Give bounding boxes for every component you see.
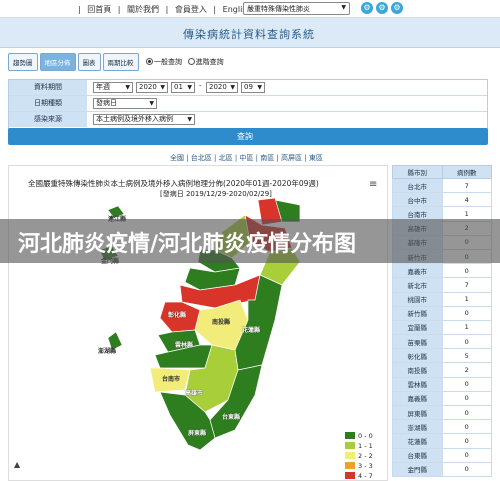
counts-table-panel: 縣市別 病例數 台北市7台中市4台南市1高雄市2基隆市0新竹市0嘉義市0新北市7… — [392, 165, 492, 481]
city-cell: 苗栗縣 — [392, 334, 443, 350]
city-cell: 花蓮縣 — [392, 433, 443, 449]
legend-item: 2 - 2 — [345, 452, 373, 462]
table-row: 台中市 4 — [392, 192, 492, 208]
table-row: 新北市 7 — [392, 277, 492, 293]
legend-item: 3 - 3 — [345, 462, 373, 472]
cases-cell: 0 — [441, 305, 492, 321]
table-row: 澎湖縣 0 — [392, 419, 492, 435]
banner-text: 河北肺炎疫情/河北肺炎疫情分布图 — [18, 232, 357, 257]
city-cell: 澎湖縣 — [392, 419, 443, 435]
cases-cell: 0 — [441, 419, 492, 435]
table-row: 苗栗縣 0 — [392, 334, 492, 350]
legend-item: 4 - 7 — [345, 472, 373, 481]
city-cell: 雲林縣 — [392, 376, 443, 392]
city-cell: 金門縣 — [392, 461, 443, 477]
table-row: 金門縣 0 — [392, 461, 492, 477]
table-row: 宜蘭縣 1 — [392, 319, 492, 336]
slider-handle-icon[interactable]: ▲ — [14, 460, 20, 469]
map-label: 彰化縣 — [168, 312, 187, 319]
map-label: 屏東縣 — [188, 430, 207, 437]
cases-cell: 2 — [441, 362, 492, 378]
legend-swatch — [345, 452, 355, 459]
city-cell: 新竹縣 — [392, 305, 443, 321]
cases-cell: 7 — [441, 177, 492, 194]
map-label: 花蓮縣 — [242, 327, 261, 334]
legend-swatch — [345, 442, 355, 449]
cases-cell: 0 — [441, 404, 492, 421]
legend-label: 3 - 3 — [358, 462, 373, 470]
table-row: 新竹縣 0 — [392, 305, 492, 321]
map-legend: 0 - 0 1 - 1 2 - 2 3 - 3 4 - 7 — [345, 432, 373, 481]
table-row: 嘉義縣 0 — [392, 390, 492, 407]
table-row: 雲林縣 0 — [392, 376, 492, 392]
legend-item: 1 - 1 — [345, 442, 373, 452]
table-header-row: 縣市別 病例數 — [392, 165, 492, 179]
map-label: 雲林縣 — [175, 342, 194, 349]
table-row: 台東縣 0 — [392, 447, 492, 463]
legend-swatch — [345, 432, 355, 439]
cases-cell: 0 — [441, 390, 492, 407]
table-row: 南投縣 2 — [392, 362, 492, 378]
legend-label: 2 - 2 — [358, 452, 373, 460]
city-cell: 台北市 — [392, 177, 443, 194]
cases-cell: 1 — [441, 319, 492, 336]
cases-cell: 0 — [441, 376, 492, 392]
legend-label: 4 - 7 — [358, 472, 373, 480]
map-label: 台東縣 — [222, 414, 241, 421]
cases-cell: 0 — [441, 433, 492, 449]
cases-cell: 5 — [441, 348, 492, 364]
cases-cell: 7 — [441, 277, 492, 293]
table-row: 桃園市 1 — [392, 291, 492, 307]
city-cell: 台中市 — [392, 192, 443, 208]
column-header-cases[interactable]: 病例數 — [441, 165, 492, 179]
map-label: 澎湖縣 — [98, 348, 117, 355]
city-cell: 桃園市 — [392, 291, 443, 307]
city-cell: 屏東縣 — [392, 404, 443, 421]
table-row: 花蓮縣 0 — [392, 433, 492, 449]
city-cell: 南投縣 — [392, 362, 443, 378]
map-label: 南投縣 — [212, 319, 231, 326]
map-label: 高雄市 — [185, 390, 204, 397]
overlay-banner: 河北肺炎疫情/河北肺炎疫情分布图 — [0, 219, 500, 263]
counts-table: 縣市別 病例數 台北市7台中市4台南市1高雄市2基隆市0新竹市0嘉義市0新北市7… — [392, 165, 492, 477]
cases-cell: 4 — [441, 192, 492, 208]
cases-cell: 0 — [441, 447, 492, 463]
city-cell: 新北市 — [392, 277, 443, 293]
city-cell: 台東縣 — [392, 447, 443, 463]
city-cell: 宜蘭縣 — [392, 319, 443, 336]
legend-swatch — [345, 472, 355, 479]
legend-label: 0 - 0 — [358, 432, 373, 440]
table-row: 台北市 7 — [392, 177, 492, 194]
legend-item: 0 - 0 — [345, 432, 373, 442]
cases-cell: 1 — [441, 291, 492, 307]
city-cell: 嘉義縣 — [392, 390, 443, 407]
table-row: 彰化縣 5 — [392, 348, 492, 364]
city-cell: 嘉義市 — [392, 263, 443, 279]
map-label: 台南市 — [162, 376, 181, 383]
cases-cell: 0 — [441, 461, 492, 477]
legend-label: 1 - 1 — [358, 442, 373, 450]
legend-swatch — [345, 462, 355, 469]
table-row: 屏東縣 0 — [392, 404, 492, 421]
city-cell: 彰化縣 — [392, 348, 443, 364]
cases-cell: 0 — [441, 334, 492, 350]
cases-cell: 0 — [441, 263, 492, 279]
table-row: 嘉義市 0 — [392, 263, 492, 279]
column-header-city[interactable]: 縣市別 — [392, 165, 443, 179]
